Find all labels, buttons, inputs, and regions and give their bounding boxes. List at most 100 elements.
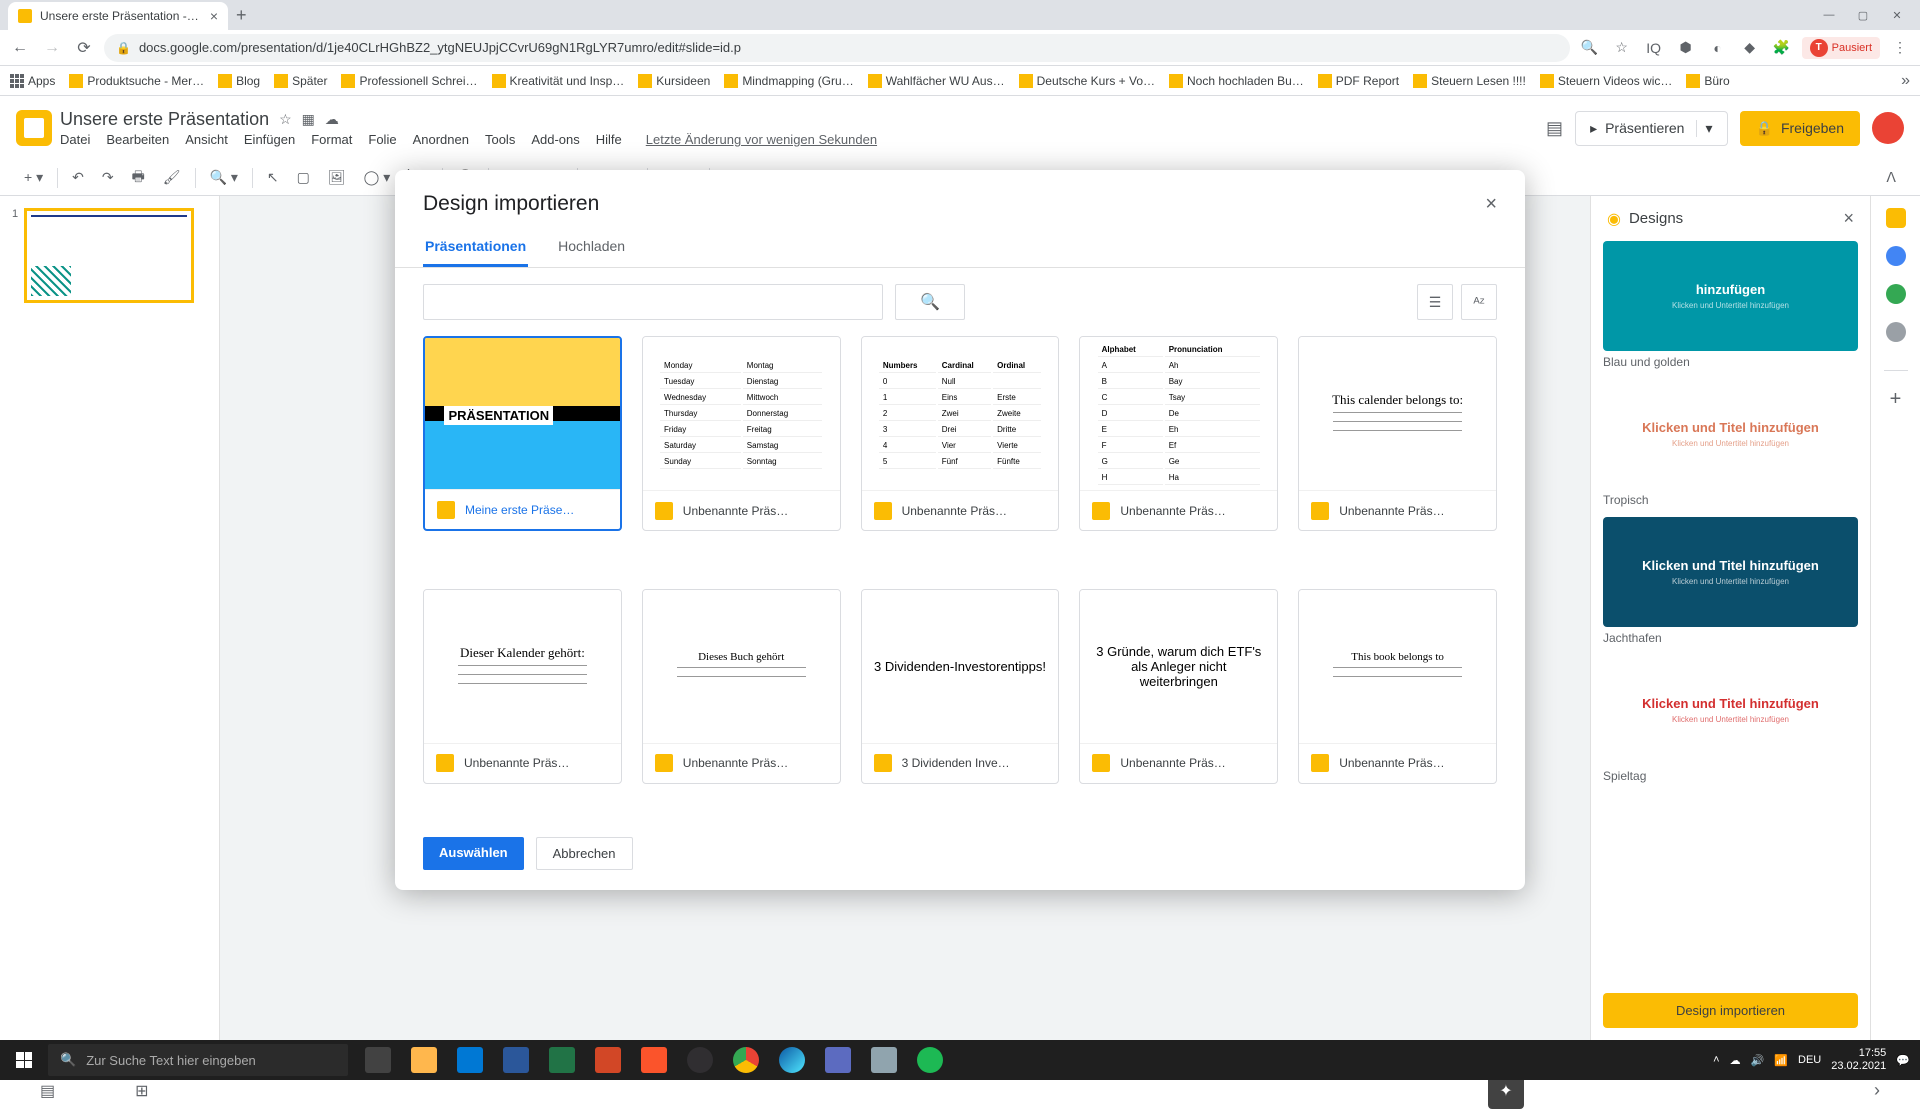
bookmark-item[interactable]: Kursideen [638,74,710,88]
modal-close-icon[interactable]: × [1485,193,1497,216]
collapse-toolbar-icon[interactable]: ᐱ [1882,165,1900,190]
ext-3-icon[interactable]: ◐ [1706,36,1730,60]
tray-chevron-icon[interactable]: ˄ [1713,1054,1719,1066]
keep-icon[interactable] [1886,246,1906,266]
design-theme-item[interactable]: Klicken und Titel hinzufügenKlicken und … [1603,379,1858,507]
present-dropdown-icon[interactable]: ▾ [1696,120,1712,137]
user-avatar-icon[interactable] [1872,112,1904,144]
file-card[interactable]: Dieses Buch gehörtUnbenannte Präs… [642,589,841,784]
maps-icon[interactable] [1886,322,1906,342]
calendar-icon[interactable] [1886,208,1906,228]
cloud-status-icon[interactable]: ☁ [325,111,339,128]
menu-ansicht[interactable]: Ansicht [185,132,228,147]
url-field[interactable]: 🔒 docs.google.com/presentation/d/1je40CL… [104,34,1570,62]
design-theme-item[interactable]: Klicken und Titel hinzufügenKlicken und … [1603,655,1858,783]
bookmark-item[interactable]: Steuern Videos wic… [1540,74,1673,88]
file-card[interactable]: MondayMontagTuesdayDienstagWednesdayMitt… [642,336,841,531]
undo-button[interactable]: ↶ [68,165,88,190]
last-edit-label[interactable]: Letzte Änderung vor wenigen Sekunden [646,132,877,147]
taskbar-search[interactable]: 🔍 Zur Suche Text hier eingeben [48,1044,348,1076]
bookmark-item[interactable]: Wahlfächer WU Aus… [868,74,1005,88]
cancel-button[interactable]: Abbrechen [536,837,633,870]
textbox-tool[interactable]: ▢ [293,165,314,190]
cloud-icon[interactable]: ☁ [1730,1054,1741,1067]
image-tool[interactable]: 🖼 [324,165,350,190]
extensions-icon[interactable]: 🧩 [1770,36,1794,60]
sort-toggle[interactable]: ᴬᶻ [1461,284,1497,320]
edge-icon[interactable] [770,1040,814,1080]
doc-title[interactable]: Unsere erste Präsentation [60,109,269,130]
move-folder-icon[interactable]: ▦ [302,111,315,128]
comments-icon[interactable]: ▤ [1546,118,1563,139]
minimize-button[interactable]: — [1814,5,1844,25]
select-tool[interactable]: ↖ [263,165,283,190]
tab-presentations[interactable]: Präsentationen [423,228,528,267]
menu-einfuegen[interactable]: Einfügen [244,132,295,147]
menu-tools[interactable]: Tools [485,132,515,147]
file-card[interactable]: 3 Dividenden-Investorentipps!3 Dividende… [861,589,1060,784]
bookmark-item[interactable]: Später [274,74,327,88]
file-card[interactable]: 3 Gründe, warum dich ETF's als Anleger n… [1079,589,1278,784]
redo-button[interactable]: ↷ [98,165,118,190]
forward-button[interactable]: → [40,39,64,57]
menu-anordnen[interactable]: Anordnen [413,132,469,147]
search-input[interactable] [423,284,883,320]
menu-hilfe[interactable]: Hilfe [596,132,622,147]
task-view-icon[interactable] [356,1040,400,1080]
menu-addons[interactable]: Add-ons [531,132,579,147]
powerpoint-icon[interactable] [586,1040,630,1080]
share-button[interactable]: 🔒 Freigeben [1740,111,1860,146]
zoom-icon[interactable]: 🔍 [1578,36,1602,60]
file-card[interactable]: This calender belongs to:Unbenannte Präs… [1298,336,1497,531]
ext-1-icon[interactable]: IQ [1642,36,1666,60]
back-button[interactable]: ← [8,39,32,57]
star-icon[interactable]: ☆ [279,111,292,128]
grid-view-icon[interactable]: ⊞ [135,1081,148,1101]
slides-logo-icon[interactable] [16,110,52,146]
bookmark-item[interactable]: Steuern Lesen !!!! [1413,74,1526,88]
bookmark-item[interactable]: Professionell Schrei… [341,74,477,88]
bookmark-item[interactable]: Mindmapping (Gru… [724,74,853,88]
print-button[interactable]: 🖶 [128,162,149,194]
menu-folie[interactable]: Folie [368,132,396,147]
bookmark-item[interactable]: Noch hochladen Bu… [1169,74,1304,88]
zoom-button[interactable]: 🔍 ▾ [206,165,242,190]
design-theme-item[interactable]: hinzufügenKlicken und Untertitel hinzufü… [1603,241,1858,369]
ext-4-icon[interactable]: ◆ [1738,36,1762,60]
filmstrip-view-icon[interactable]: ▤ [40,1081,55,1101]
menu-icon[interactable]: ⋮ [1888,36,1912,60]
close-window-button[interactable]: ✕ [1882,5,1912,25]
slide-thumbnail[interactable] [24,208,194,303]
new-tab-button[interactable]: + [236,5,247,26]
design-theme-item[interactable]: Klicken und Titel hinzufügenKlicken und … [1603,517,1858,645]
bookmark-item[interactable]: PDF Report [1318,74,1399,88]
profile-paused-badge[interactable]: T Pausiert [1802,37,1880,59]
volume-icon[interactable]: 🔊 [1751,1054,1765,1067]
tasks-icon[interactable] [1886,284,1906,304]
bookmark-apps[interactable]: Apps [10,74,55,88]
file-card[interactable]: Dieser Kalender gehört:Unbenannte Präs… [423,589,622,784]
wifi-icon[interactable]: 📶 [1774,1054,1788,1067]
new-slide-button[interactable]: + ▾ [20,165,47,190]
bookmark-item[interactable]: Blog [218,74,260,88]
language-indicator[interactable]: DEU [1798,1054,1821,1066]
expand-side-icon[interactable]: › [1874,1080,1880,1101]
file-card[interactable]: NumbersCardinalOrdinal0Null1EinsErste2Zw… [861,336,1060,531]
bookmark-overflow-icon[interactable]: » [1901,72,1910,90]
designs-close-icon[interactable]: × [1843,208,1854,229]
menu-format[interactable]: Format [311,132,352,147]
edge-legacy-icon[interactable] [448,1040,492,1080]
word-icon[interactable] [494,1040,538,1080]
file-card[interactable]: AlphabetPronunciationAAhBBayCTsayDDeEEhF… [1079,336,1278,531]
obs-icon[interactable] [678,1040,722,1080]
bookmark-item[interactable]: Produktsuche - Mer… [69,74,204,88]
present-button[interactable]: ▸ Präsentieren ▾ [1575,111,1727,146]
chrome-icon[interactable] [724,1040,768,1080]
spotify-icon[interactable] [908,1040,952,1080]
start-button[interactable] [0,1040,48,1080]
bookmark-item[interactable]: Büro [1686,74,1729,88]
paint-format-button[interactable]: 🖌 [159,165,185,190]
reload-button[interactable]: ⟳ [72,38,96,58]
notifications-icon[interactable]: 💬 [1896,1054,1910,1067]
app-2-icon[interactable] [862,1040,906,1080]
